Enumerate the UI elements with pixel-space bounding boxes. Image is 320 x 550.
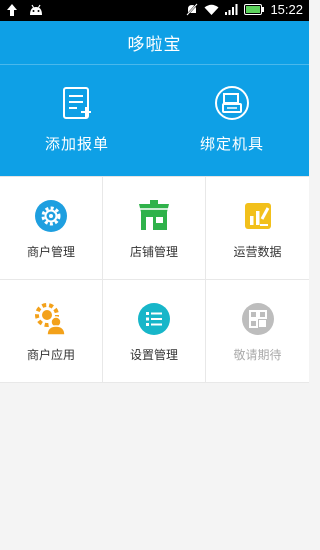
list-icon <box>138 303 170 335</box>
add-order-button[interactable]: 添加报单 <box>0 85 154 165</box>
merchant-management-label: 商户管理 <box>26 245 75 259</box>
coming-soon-label: 敬请期待 <box>233 348 282 362</box>
gear-icon <box>35 200 67 232</box>
chart-icon <box>244 203 271 229</box>
upload-icon <box>7 4 17 16</box>
merchant-apps-item[interactable]: 商户应用 <box>0 280 103 383</box>
store-management-label: 店铺管理 <box>129 245 178 259</box>
user-gear-icon <box>35 303 66 336</box>
function-grid: 商户管理 店铺管理 运营数据 商户应用 设置管理 敬请期待 <box>0 176 309 383</box>
coming-soon-item: 敬请期待 <box>206 280 309 383</box>
header: 哆啦宝 添加报单 绑定机具 <box>0 21 309 176</box>
bind-device-label: 绑定机具 <box>199 135 264 153</box>
merchant-management-item[interactable]: 商户管理 <box>0 177 103 280</box>
merchant-apps-label: 商户应用 <box>26 348 75 362</box>
settings-management-label: 设置管理 <box>129 348 178 362</box>
bind-device-button[interactable]: 绑定机具 <box>155 85 309 165</box>
wifi-icon <box>204 4 219 15</box>
operation-data-item[interactable]: 运营数据 <box>206 177 309 280</box>
document-icon <box>63 87 91 119</box>
clock: 15:22 <box>270 2 303 17</box>
grid-icon <box>241 303 274 335</box>
pos-machine-icon <box>215 86 249 120</box>
status-bar: 15:22 <box>0 0 309 21</box>
store-icon <box>139 200 169 230</box>
settings-management-item[interactable]: 设置管理 <box>103 280 206 383</box>
store-management-item[interactable]: 店铺管理 <box>103 177 206 280</box>
battery-icon <box>244 4 265 15</box>
add-order-label: 添加报单 <box>44 135 109 153</box>
mute-icon <box>186 3 199 16</box>
page-title: 哆啦宝 <box>127 35 182 55</box>
android-icon <box>30 4 42 15</box>
operation-data-label: 运营数据 <box>233 245 282 259</box>
signal-icon <box>225 4 238 15</box>
title-bar: 哆啦宝 <box>0 21 309 65</box>
